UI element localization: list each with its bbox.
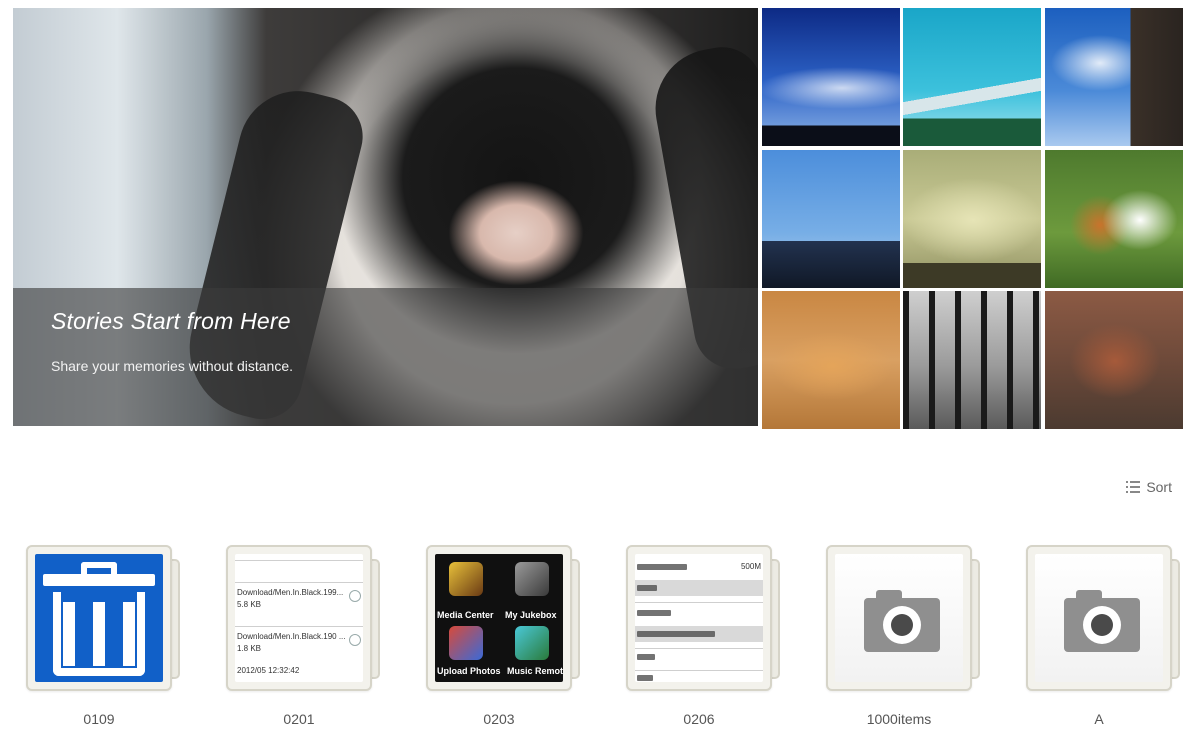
folder-item[interactable]: 1000items — [826, 545, 986, 733]
file-list-line: 5.8 KB — [237, 600, 262, 609]
music-remote-icon — [515, 626, 549, 660]
hero-subtitle: Share your memories without distance. — [51, 358, 293, 374]
file-list-line: Download/Men.In.Black.190 ... — [237, 632, 346, 641]
upload-photos-icon — [449, 626, 483, 660]
folder-item[interactable]: Download/Men.In.Black.199... 5.8 KB Down… — [226, 545, 386, 733]
hero-banner[interactable]: Stories Start from Here Share your memor… — [13, 8, 758, 426]
folder-name: A — [1094, 711, 1104, 727]
settings-header-value: 500M — [740, 562, 761, 571]
file-list-thumbnail: Download/Men.In.Black.199... 5.8 KB Down… — [235, 554, 363, 682]
folder-card[interactable] — [826, 545, 972, 691]
gallery-thumb-harbor-boats[interactable] — [762, 150, 900, 288]
gallery-thumb-sleeping-cat[interactable] — [762, 291, 900, 429]
folder-name: 0109 — [83, 711, 115, 727]
file-list-line: 2012/05 12:32:42 — [237, 666, 300, 675]
gallery-thumb-hamster[interactable] — [1045, 150, 1183, 288]
file-list-line: 1.8 KB — [237, 644, 262, 653]
hero-title: Stories Start from Here — [51, 308, 291, 334]
folder-name: 1000items — [866, 711, 932, 727]
trash-icon — [35, 554, 163, 682]
gallery-thumb-sky-tower[interactable] — [1045, 8, 1183, 146]
folder-card[interactable] — [1026, 545, 1172, 691]
jukebox-icon — [515, 562, 549, 596]
folder-card[interactable]: 500M — [626, 545, 772, 691]
folder-card[interactable]: Media Center My Jukebox Upload Photos Mu… — [426, 545, 572, 691]
gallery-thumb-canyon-rocks[interactable] — [1045, 291, 1183, 429]
folder-card[interactable] — [26, 545, 172, 691]
gallery-thumb-teal-sky-bridge[interactable] — [903, 8, 1041, 146]
gallery-thumb-foggy-field[interactable] — [903, 150, 1041, 288]
folder-name: 0206 — [683, 711, 715, 727]
sort-label: Sort — [1146, 479, 1172, 495]
folder-name: 0203 — [483, 711, 515, 727]
folder-item[interactable]: 0109 — [26, 545, 186, 733]
file-list-line: Download/Men.In.Black.199... — [237, 588, 344, 597]
sort-button[interactable]: Sort — [1126, 477, 1172, 497]
camera-icon — [1035, 554, 1163, 682]
app-menu-thumbnail: Media Center My Jukebox Upload Photos Mu… — [435, 554, 563, 682]
app-caption: Music Remote — [507, 666, 563, 676]
folder-item[interactable]: 500M 0206 — [626, 545, 786, 733]
app-caption: Media Center — [437, 610, 494, 620]
folder-name: 0201 — [283, 711, 315, 727]
gallery-thumb-sky-silhouette[interactable] — [762, 8, 900, 146]
folder-card[interactable]: Download/Men.In.Black.199... 5.8 KB Down… — [226, 545, 372, 691]
settings-list-thumbnail: 500M — [635, 554, 763, 682]
folder-item[interactable]: Media Center My Jukebox Upload Photos Mu… — [426, 545, 586, 733]
app-caption: Upload Photos — [437, 666, 501, 676]
gallery-thumb-tree-lined-path[interactable] — [903, 291, 1041, 429]
media-center-icon — [449, 562, 483, 596]
camera-icon — [835, 554, 963, 682]
folder-item[interactable]: A — [1026, 545, 1186, 733]
app-caption: My Jukebox — [505, 610, 557, 620]
list-icon — [1126, 481, 1141, 493]
